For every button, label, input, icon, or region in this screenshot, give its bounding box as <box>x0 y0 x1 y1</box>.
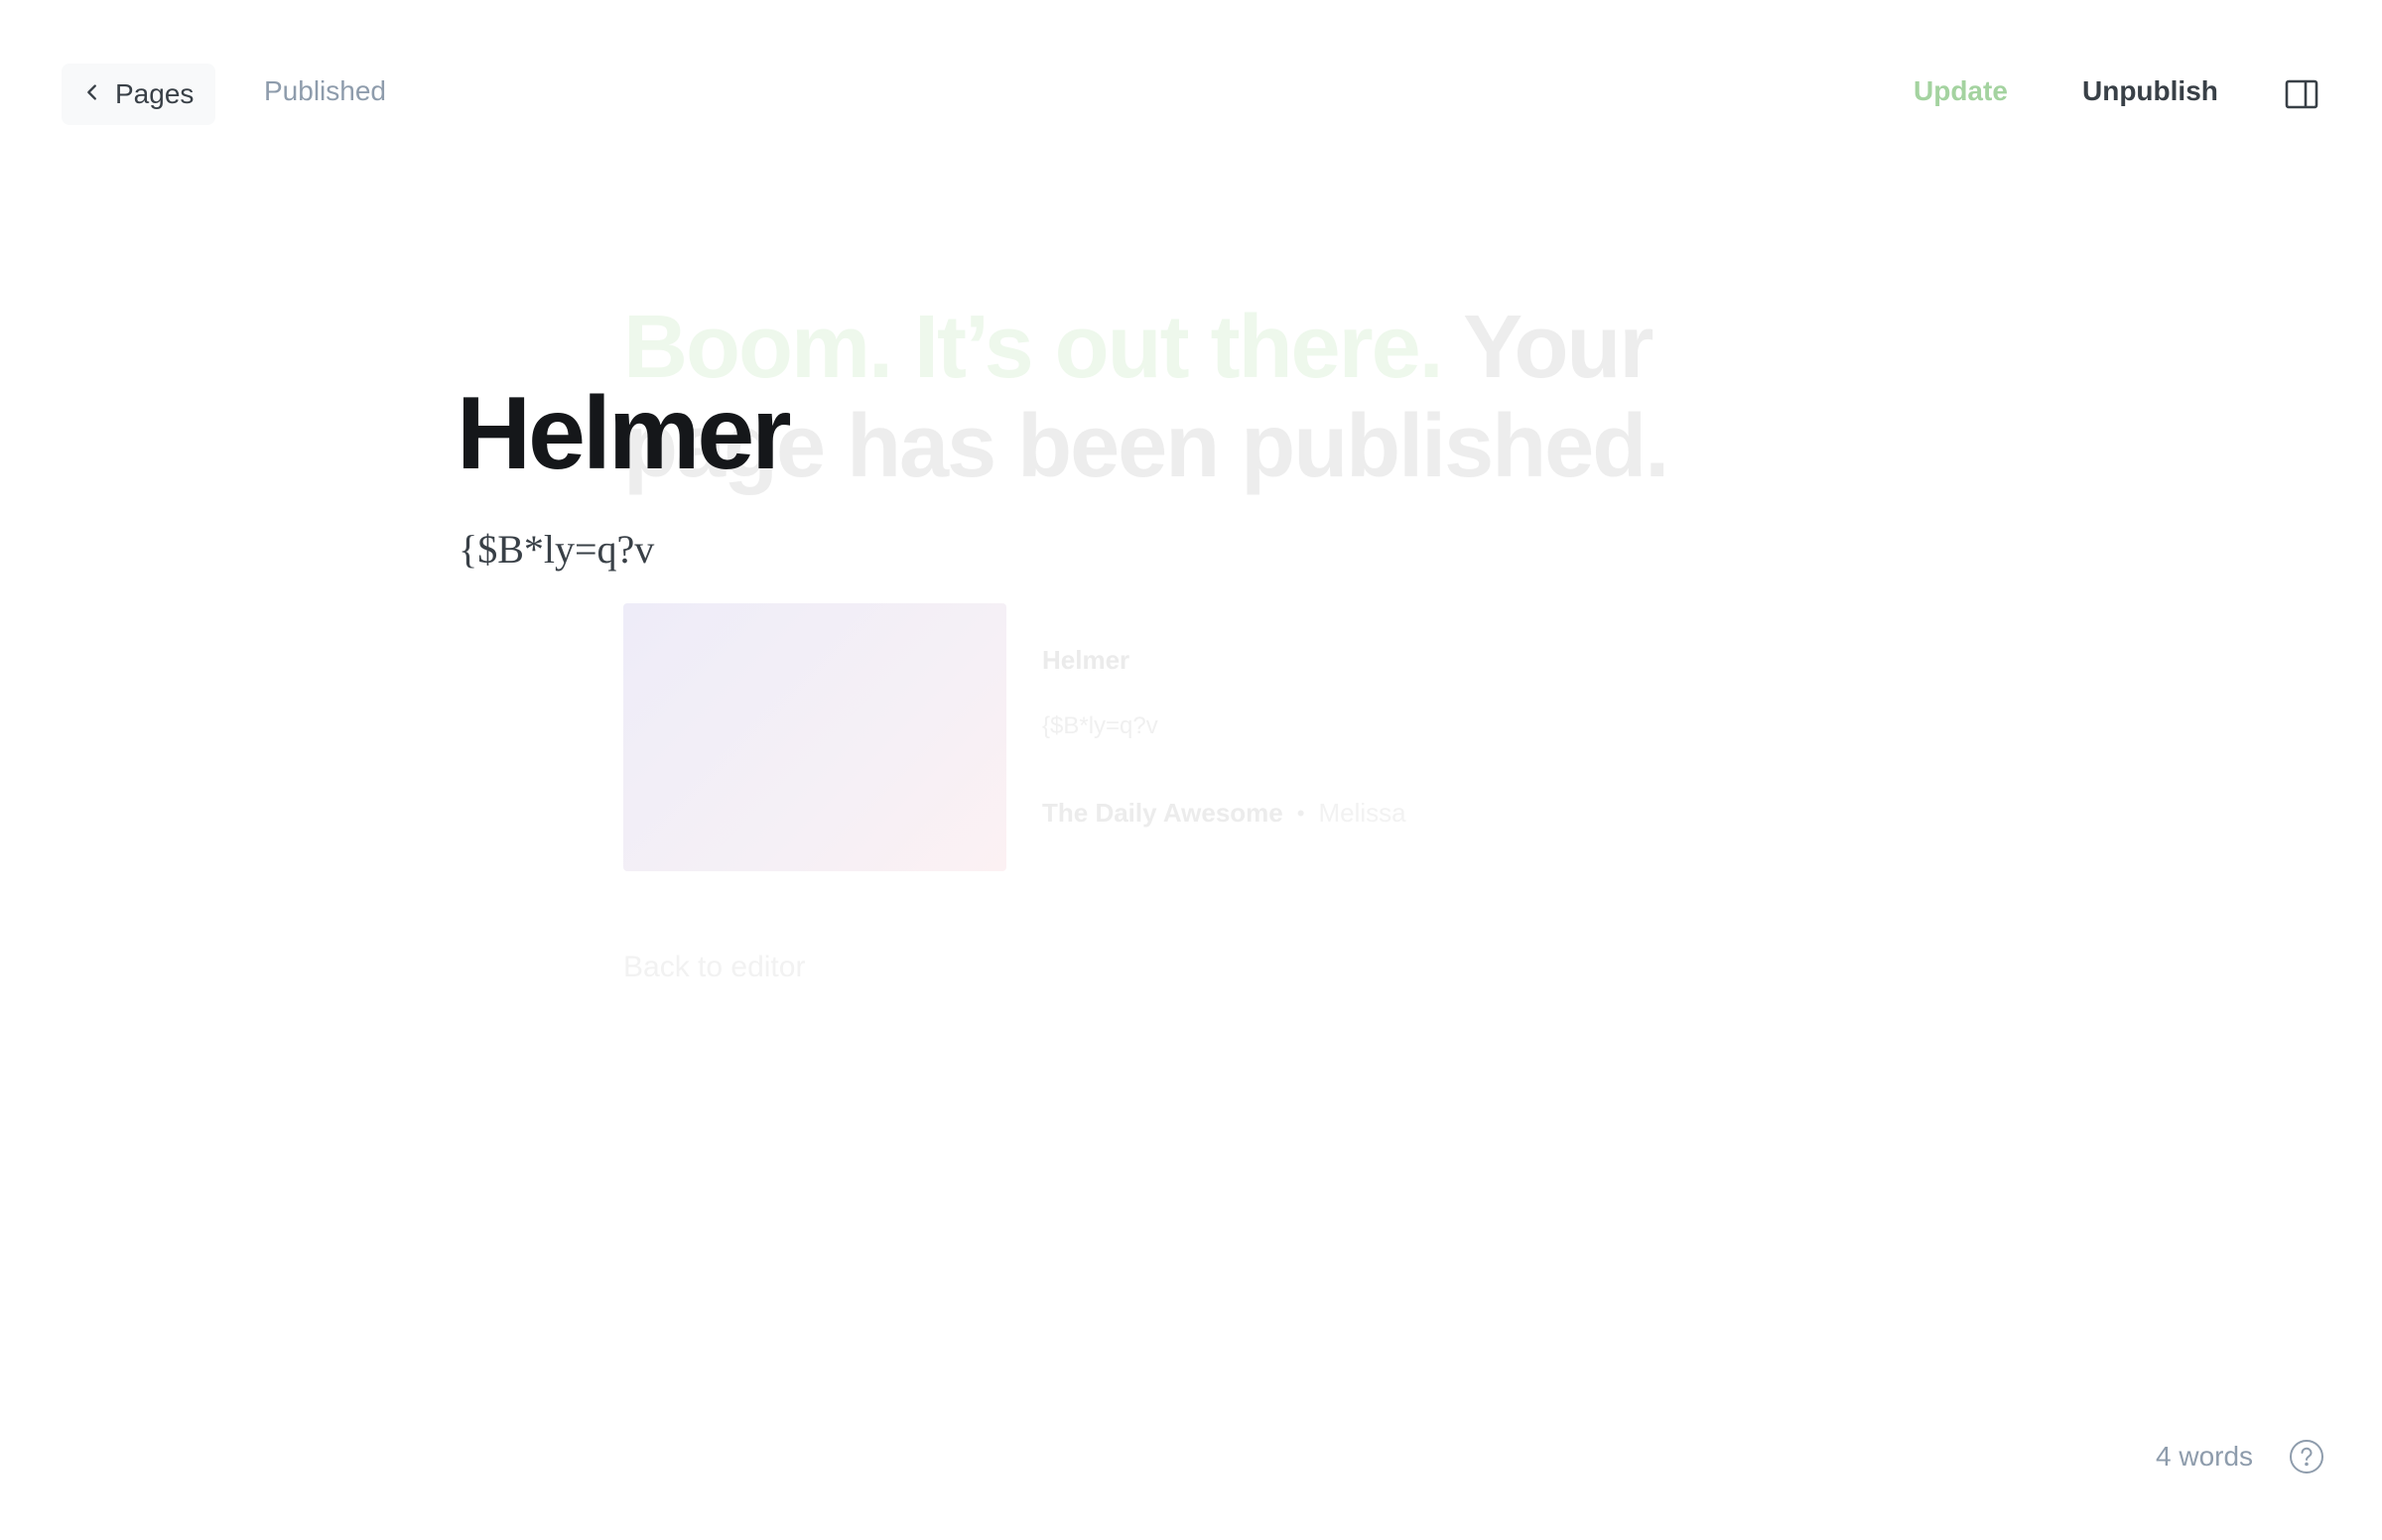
back-button-label: Pages <box>115 78 195 109</box>
preview-meta: The Daily Awesome • Melissa <box>1042 798 1406 829</box>
back-to-editor-link[interactable]: Back to editor <box>623 951 805 984</box>
post-excerpt-field[interactable]: {$B*ly=q?v <box>459 526 654 573</box>
chevron-left-icon <box>81 78 103 110</box>
back-to-pages-button[interactable]: Pages <box>62 64 216 125</box>
post-preview-card[interactable]: Helmer {$B*ly=q?v The Daily Awesome • Me… <box>623 603 1517 871</box>
preview-excerpt: {$B*ly=q?v <box>1042 712 1158 739</box>
preview-publication: The Daily Awesome <box>1042 798 1283 828</box>
update-button[interactable]: Update <box>1914 75 2008 107</box>
post-status-label: Published <box>264 75 386 106</box>
post-title-field[interactable]: Helmer <box>457 375 792 493</box>
preview-feature-image <box>623 603 1006 871</box>
meta-separator: • <box>1296 800 1305 826</box>
preview-title: Helmer <box>1042 645 1130 675</box>
preview-author: Melissa <box>1318 798 1406 828</box>
sidebar-toggle-icon[interactable] <box>2285 77 2318 111</box>
editor-header: Pages Published Update Unpublish <box>0 0 2382 189</box>
word-count: 4 words <box>2156 1441 2254 1472</box>
unpublish-button[interactable]: Unpublish <box>2082 75 2218 107</box>
question-circle-icon[interactable] <box>2289 1439 2324 1475</box>
